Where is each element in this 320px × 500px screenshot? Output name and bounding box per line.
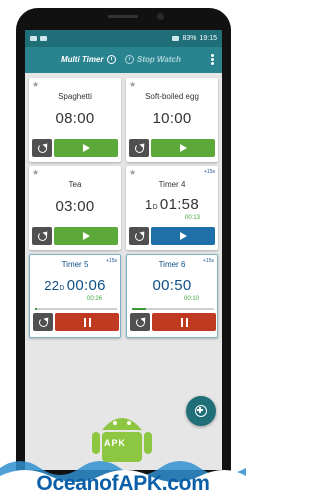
add-timer-button[interactable]: [186, 396, 216, 426]
timer-time: 03:00: [55, 198, 95, 215]
app-screen: 83% 19:15 Multi Timer Stop Watch ★ Spagh…: [25, 30, 222, 470]
favorite-star-icon[interactable]: ★: [129, 80, 136, 89]
timer-time: 08:00: [55, 110, 95, 127]
timer-name: Spaghetti: [58, 92, 92, 101]
watermark-text: OceanofAPK.com: [36, 472, 210, 495]
progress-bar: [35, 308, 117, 310]
status-bar: 83% 19:15: [25, 30, 222, 47]
timer-name: Timer 5: [61, 260, 89, 269]
elapsed-time: 00:10: [183, 296, 199, 302]
timer-time-display: 1D 01:58: [126, 196, 218, 213]
reset-icon: [135, 317, 145, 327]
add-timer-icon: [195, 405, 207, 417]
reset-icon: [37, 231, 47, 241]
reset-button[interactable]: [130, 313, 150, 331]
play-icon: [179, 144, 187, 152]
play-button[interactable]: [151, 139, 215, 157]
play-button[interactable]: [54, 139, 118, 157]
timer-card-soft-boiled-egg[interactable]: ★ Soft-boiled egg 10:00: [126, 78, 218, 162]
timer-time: 00:06: [66, 277, 106, 294]
reset-icon: [37, 143, 47, 153]
reset-button[interactable]: [129, 227, 149, 245]
notification-icon: [30, 36, 37, 41]
timer-name: Tea: [68, 180, 82, 189]
timer-time: 01:58: [159, 196, 199, 213]
reset-button[interactable]: [32, 227, 52, 245]
timer-time-display: 22D 00:06: [30, 277, 120, 294]
tab-stop-watch-label: Stop Watch: [137, 55, 181, 64]
reset-icon: [134, 231, 144, 241]
progress-bar: [132, 308, 214, 310]
timer-card-timer-6[interactable]: +15s Timer 6 00:50 00:10: [126, 254, 218, 338]
pause-icon: [83, 317, 91, 327]
tab-multi-timer[interactable]: Multi Timer: [61, 55, 116, 64]
favorite-star-icon[interactable]: ★: [32, 80, 39, 89]
timer-card-tea[interactable]: ★ Tea 03:00: [29, 166, 121, 250]
elapsed-time: 00:26: [86, 296, 102, 302]
play-icon: [179, 232, 187, 240]
timer-days-unit: D: [152, 204, 158, 211]
speaker-grille: [108, 15, 138, 18]
pause-icon: [180, 317, 188, 327]
add-15s-button[interactable]: +15s: [204, 169, 215, 175]
clock-time: 19:15: [199, 35, 217, 42]
alarm-clock-icon: [106, 55, 116, 64]
pause-button[interactable]: [152, 313, 216, 331]
timer-card-timer-5[interactable]: +15s Timer 5 22D 00:06 00:26: [29, 254, 121, 338]
timer-card-timer-4[interactable]: ★ +15s Timer 4 1D 01:58 00:13: [126, 166, 218, 250]
progress-fill: [132, 308, 146, 310]
timer-time: 00:50: [152, 277, 192, 294]
elapsed-time: 00:13: [184, 215, 200, 221]
tab-multi-timer-label: Multi Timer: [61, 55, 104, 64]
timer-time: 10:00: [152, 110, 192, 127]
reset-button[interactable]: [33, 313, 53, 331]
favorite-star-icon[interactable]: ★: [32, 168, 39, 177]
timer-days: 22: [44, 278, 60, 293]
wifi-icon: [172, 36, 180, 41]
front-camera: [157, 13, 164, 20]
reset-icon: [134, 143, 144, 153]
reset-button[interactable]: [129, 139, 149, 157]
timer-days: 1: [145, 197, 153, 212]
pause-button[interactable]: [55, 313, 119, 331]
timer-card-spaghetti[interactable]: ★ Spaghetti 08:00: [29, 78, 121, 162]
watermark-badge: APK: [104, 438, 127, 448]
reset-button[interactable]: [32, 139, 52, 157]
play-icon: [82, 232, 90, 240]
resume-button[interactable]: [151, 227, 215, 245]
tab-stop-watch[interactable]: Stop Watch: [125, 55, 181, 64]
battery-level: 83%: [182, 35, 197, 42]
overflow-menu-icon[interactable]: [211, 54, 214, 65]
app-bar: Multi Timer Stop Watch: [25, 47, 222, 73]
progress-fill: [35, 308, 37, 310]
reset-icon: [38, 317, 48, 327]
notification-icon-2: [40, 36, 47, 41]
play-icon: [82, 144, 90, 152]
timer-days-unit: D: [59, 285, 65, 292]
favorite-star-icon[interactable]: ★: [129, 168, 136, 177]
stopwatch-icon: [125, 55, 134, 64]
timer-name: Timer 6: [158, 260, 186, 269]
timer-name: Timer 4: [158, 180, 186, 189]
play-button[interactable]: [54, 227, 118, 245]
timer-name: Soft-boiled egg: [145, 92, 199, 101]
